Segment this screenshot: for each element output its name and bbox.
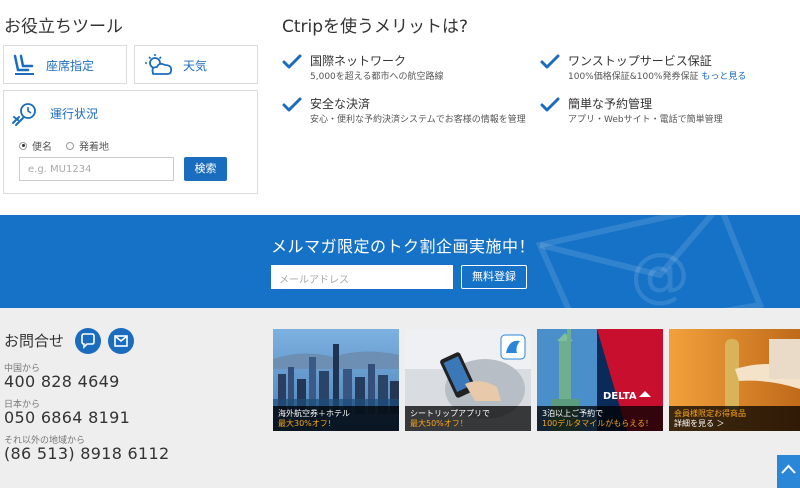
merit-title: 簡単な予約管理 (568, 97, 653, 111)
merits-title: Ctripを使うメリットは? (282, 17, 469, 37)
promo-banner-delta[interactable]: DELTA 3泊以上ご予約で 100デルタマイルがもらえる！ (537, 329, 663, 431)
radio-unselected-icon (66, 141, 74, 150)
weather-label: 天気 (183, 59, 208, 73)
merit-desc-text: 100%価格保証&100%発券保証 (568, 72, 699, 82)
seat-selection-button[interactable]: 座席指定 (3, 45, 127, 84)
radio-selected-icon (19, 141, 27, 150)
merit-desc: 100%価格保証&100%発券保証 もっと見る (568, 69, 746, 82)
flight-status-title: 運行状況 (50, 107, 99, 121)
tools-title: お役立ちツール (4, 17, 123, 37)
promo-banner-members[interactable]: 会員様限定お得商品 詳細を見る ＞ (669, 329, 800, 431)
mail-icon[interactable] (108, 328, 134, 354)
weather-icon (143, 53, 175, 81)
svg-text:@: @ (630, 240, 690, 308)
banner-line1: 海外航空券＋ホテル (278, 409, 350, 418)
banner-caption: 海外航空券＋ホテル 最大30%オフ! (273, 406, 399, 431)
merit-desc: 5,000を超える都市への航空路線 (310, 72, 444, 82)
free-register-button[interactable]: 無料登録 (461, 265, 527, 289)
banner-line1: 3泊以上ご予約で (542, 409, 604, 418)
seat-selection-label: 座席指定 (46, 59, 95, 73)
newsletter-band: @ メルマガ限定のトク割企画実施中！ メールアドレス 無料登録 (0, 215, 800, 308)
more-link[interactable]: もっと見る (701, 72, 746, 82)
merit-desc: アプリ・Webサイト・電話で簡単管理 (568, 115, 723, 125)
merit-title: 安全な決済 (310, 97, 371, 111)
newsletter-title: メルマガ限定のトク割企画実施中！ (271, 237, 536, 256)
chat-icon[interactable] (75, 328, 101, 354)
promo-banner-app[interactable]: シートリップアプリで 最大50%オフ！ (405, 329, 531, 431)
banner-caption: 会員様限定お得商品 詳細を見る ＞ (669, 406, 800, 431)
banner-line1: シートリップアプリで (410, 409, 490, 418)
scroll-to-top-button[interactable] (777, 455, 800, 488)
email-input[interactable]: メールアドレス (271, 265, 453, 289)
phone-number: (86 513) 8918 6112 (4, 444, 170, 463)
flight-search-button[interactable]: 検索 (184, 157, 227, 181)
check-icon (282, 54, 302, 74)
banner-line1: 会員様限定お得商品 (674, 409, 746, 418)
banner-caption: シートリップアプリで 最大50%オフ！ (405, 406, 531, 431)
banner-line2: 詳細を見る ＞ (674, 419, 725, 428)
promo-banner-flight-hotel[interactable]: 海外航空券＋ホテル 最大30%オフ! (273, 329, 399, 431)
chevron-up-icon (781, 464, 796, 474)
mail-decoration-icon: @ (520, 215, 780, 308)
phone-number: 400 828 4649 (4, 372, 120, 391)
check-icon (540, 97, 560, 117)
radio-departure-arrival[interactable]: 発着地 (66, 138, 109, 153)
seat-icon (12, 53, 38, 81)
banner-line2: 最大50%オフ！ (410, 419, 468, 428)
banner-line2: 100デルタマイルがもらえる！ (542, 419, 654, 428)
radio-departure-arrival-label: 発着地 (79, 142, 109, 153)
contact-title: お問合せ (4, 332, 65, 350)
flight-number-input[interactable]: e.g. MU1234 (19, 157, 174, 181)
top-section: お役立ちツール 座席指定 天気 運行状況 便名 発着地 e.g. MU1234 … (0, 0, 800, 215)
svg-text:DELTA: DELTA (603, 391, 637, 402)
radio-flight-number[interactable]: 便名 (19, 138, 52, 153)
flight-status-panel: 運行状況 便名 発着地 e.g. MU1234 検索 (3, 90, 258, 194)
plane-clock-icon (11, 101, 41, 131)
merit-desc: 安心・便利な予約決済システムでお客様の情報を管理 (310, 115, 526, 125)
phone-number: 050 6864 8191 (4, 408, 131, 427)
merit-title: ワンストップサービス保証 (568, 54, 712, 68)
weather-button[interactable]: 天気 (134, 45, 258, 84)
check-icon (540, 54, 560, 74)
bottom-section: お問合せ 中国から 400 828 4649 日本から 050 6864 819… (0, 308, 800, 488)
merit-title: 国際ネットワーク (310, 54, 407, 68)
check-icon (282, 97, 302, 117)
banner-line2: 最大30%オフ! (278, 419, 331, 428)
banner-caption: 3泊以上ご予約で 100デルタマイルがもらえる！ (537, 406, 663, 431)
radio-flight-number-label: 便名 (32, 142, 52, 153)
